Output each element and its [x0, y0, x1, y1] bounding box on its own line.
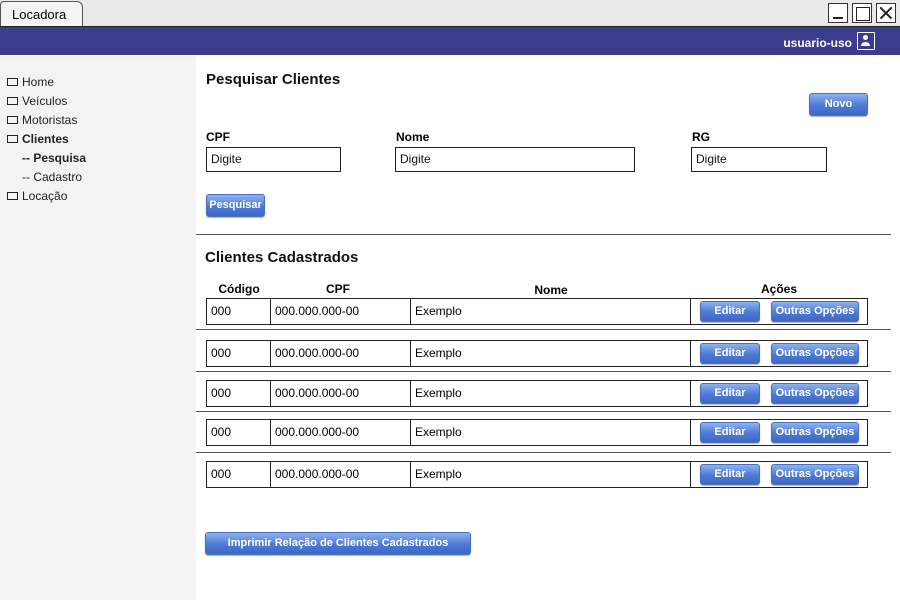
name-cell: Exemplo [411, 420, 691, 445]
cpf-cell: 000.000.000-00 [271, 381, 411, 406]
more-options-button[interactable]: Outras Opções [771, 464, 859, 485]
folder-icon [7, 77, 18, 86]
cpf-label: CPF [206, 130, 230, 144]
row-divider [196, 329, 891, 330]
name-cell: Exemplo [411, 381, 691, 406]
section-divider [196, 234, 891, 235]
new-client-button[interactable]: Novo [809, 93, 868, 116]
table-row: 000 000.000.000-00 Exemplo Editar Outras… [206, 380, 868, 407]
more-options-button[interactable]: Outras Opções [771, 383, 859, 404]
folder-icon [7, 134, 18, 143]
sidebar-item-label: Home [22, 74, 55, 89]
name-cell: Exemplo [411, 462, 691, 487]
cpf-cell: 000.000.000-00 [271, 299, 411, 324]
column-header-actions: Ações [760, 282, 798, 296]
code-cell: 000 [207, 341, 271, 366]
folder-icon [7, 96, 18, 105]
name-input[interactable]: Digite [395, 147, 635, 172]
cpf-input[interactable]: Digite [206, 147, 341, 172]
name-cell: Exemplo [411, 299, 691, 324]
more-options-button[interactable]: Outras Opções [771, 343, 859, 364]
folder-icon [7, 191, 18, 200]
close-icon[interactable] [876, 3, 896, 23]
minimize-icon[interactable] [828, 3, 848, 23]
name-cell: Exemplo [411, 341, 691, 366]
name-label: Nome [396, 130, 430, 144]
code-cell: 000 [207, 381, 271, 406]
edit-button[interactable]: Editar [700, 301, 760, 322]
print-clients-button[interactable]: Imprimir Relação de Clientes Cadastrados [205, 532, 471, 555]
column-header-cpf: CPF [326, 282, 350, 296]
title-bar: Locadora [0, 0, 900, 27]
sidebar-subitem-pesquisa[interactable]: -- Pesquisa [0, 148, 196, 167]
search-section-title: Pesquisar Clientes [206, 71, 341, 88]
edit-button[interactable]: Editar [700, 464, 760, 485]
sidebar-item-home[interactable]: Home [0, 72, 196, 91]
table-row: 000 000.000.000-00 Exemplo Editar Outras… [206, 298, 868, 325]
code-cell: 000 [207, 420, 271, 445]
column-header-code: Código [218, 282, 260, 296]
clients-section-title: Clientes Cadastrados [205, 249, 359, 266]
user-profile-icon[interactable] [857, 32, 875, 50]
sidebar-item-motoristas[interactable]: Motoristas [0, 110, 196, 129]
table-row: 000 000.000.000-00 Exemplo Editar Outras… [206, 340, 868, 367]
edit-button[interactable]: Editar [700, 343, 760, 364]
cpf-cell: 000.000.000-00 [271, 341, 411, 366]
sidebar-item-label: Veículos [22, 93, 68, 108]
edit-button[interactable]: Editar [700, 383, 760, 404]
more-options-button[interactable]: Outras Opções [771, 301, 859, 322]
app-tab[interactable]: Locadora [0, 1, 83, 27]
code-cell: 000 [207, 462, 271, 487]
sidebar-item-label: Locação [22, 188, 68, 203]
sidebar-item-clientes[interactable]: Clientes [0, 129, 196, 148]
app-window: Locadora usuario-uso Home Veículos Motor… [0, 0, 900, 600]
table-row: 000 000.000.000-00 Exemplo Editar Outras… [206, 419, 868, 446]
search-button[interactable]: Pesquisar [206, 194, 265, 217]
sidebar-item-label: Clientes [22, 131, 69, 146]
cpf-cell: 000.000.000-00 [271, 420, 411, 445]
row-divider [196, 452, 891, 453]
header-bar: usuario-uso [0, 26, 900, 55]
cpf-cell: 000.000.000-00 [271, 462, 411, 487]
column-header-name: Nome [534, 283, 568, 297]
folder-icon [7, 115, 18, 124]
code-cell: 000 [207, 299, 271, 324]
sidebar-subitem-cadastro[interactable]: -- Cadastro [0, 167, 196, 186]
sidebar-item-veiculos[interactable]: Veículos [0, 91, 196, 110]
sidebar-item-locacao[interactable]: Locação [0, 186, 196, 205]
more-options-button[interactable]: Outras Opções [771, 422, 859, 443]
table-row: 000 000.000.000-00 Exemplo Editar Outras… [206, 461, 868, 488]
sidebar: Home Veículos Motoristas Clientes -- Pes… [0, 56, 196, 600]
sidebar-item-label: Motoristas [22, 112, 78, 127]
maximize-icon[interactable] [852, 3, 872, 23]
rg-label: RG [692, 130, 710, 144]
row-divider [196, 371, 891, 372]
username-label[interactable]: usuario-uso [783, 36, 852, 50]
main-content: Pesquisar Clientes Novo CPF Digite Nome … [196, 56, 900, 600]
edit-button[interactable]: Editar [700, 422, 760, 443]
rg-input[interactable]: Digite [691, 147, 827, 172]
row-divider [196, 411, 891, 412]
